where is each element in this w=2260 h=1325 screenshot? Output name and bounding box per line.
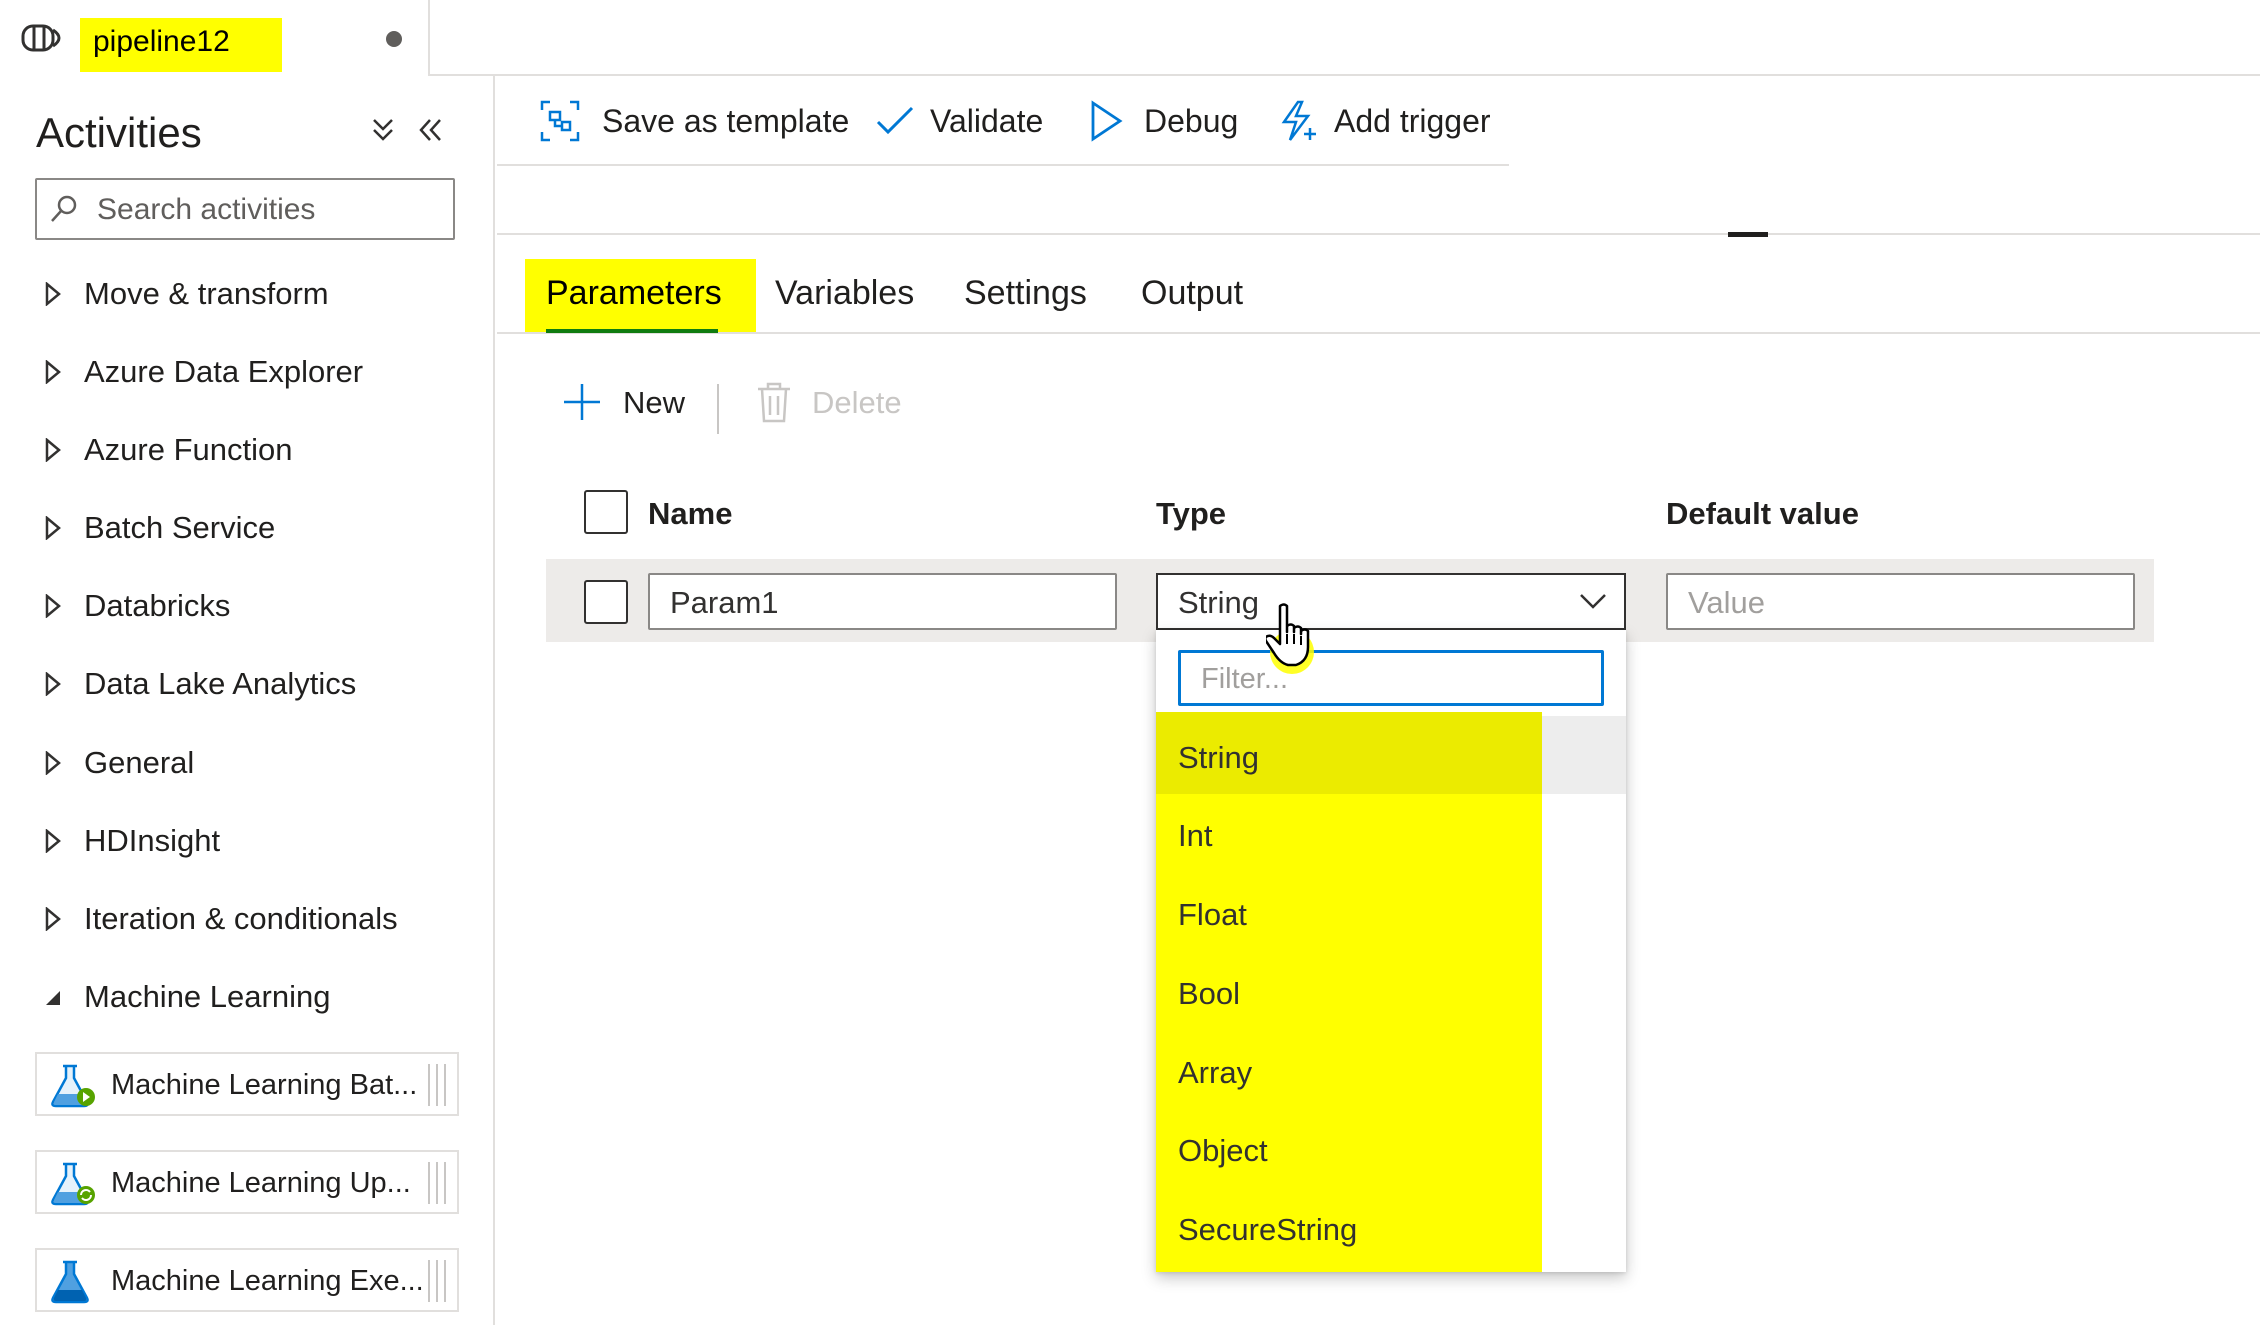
splitter-handle[interactable]	[1728, 232, 1768, 237]
tab-parameters[interactable]: Parameters	[546, 272, 722, 314]
activity-label: Machine Learning Exe...	[111, 1265, 424, 1297]
category-batch-service[interactable]: Batch Service	[0, 498, 490, 558]
play-icon	[1091, 100, 1123, 142]
tabs-divider	[497, 332, 2260, 334]
expand-triangle-icon	[45, 516, 61, 540]
option-bool[interactable]: Bool	[1178, 974, 1240, 1014]
add-trigger-button[interactable]: Add trigger	[1278, 96, 1498, 148]
expand-triangle-icon	[45, 907, 61, 931]
activity-label: Machine Learning Up...	[111, 1167, 411, 1199]
hand-cursor-icon	[1266, 603, 1314, 674]
lightning-icon	[1281, 100, 1316, 141]
activity-ml-execute[interactable]: Machine Learning Exe...	[35, 1248, 459, 1312]
activities-title: Activities	[36, 109, 202, 156]
validate-button[interactable]: Validate	[875, 96, 1045, 148]
category-iteration-conditionals[interactable]: Iteration & conditionals	[0, 889, 490, 949]
activity-ml-update[interactable]: Machine Learning Up...	[35, 1150, 459, 1214]
activity-ml-batch[interactable]: Machine Learning Bat...	[35, 1052, 459, 1116]
delete-button[interactable]: Delete	[812, 383, 902, 423]
collapse-pane-icon[interactable]	[414, 112, 448, 148]
category-move-transform[interactable]: Move & transform	[0, 264, 490, 324]
expand-triangle-icon	[45, 594, 61, 618]
tab-title: pipeline12	[93, 25, 230, 58]
option-array[interactable]: Array	[1178, 1053, 1252, 1093]
validate-label: Validate	[930, 103, 1044, 139]
parameter-type-value: String	[1178, 585, 1259, 620]
search-icon	[51, 195, 77, 222]
ml-update-icon	[51, 1162, 95, 1206]
tab-settings[interactable]: Settings	[964, 272, 1087, 314]
category-label: Move & transform	[84, 276, 329, 311]
chevron-down-icon	[1580, 594, 1606, 609]
expand-triangle-icon	[45, 438, 61, 462]
category-label: Azure Function	[84, 432, 293, 467]
drag-handle-icon[interactable]	[423, 1062, 451, 1108]
ml-execute-icon	[51, 1260, 89, 1304]
plus-icon	[564, 384, 600, 420]
category-label: General	[84, 745, 195, 780]
option-float[interactable]: Float	[1178, 895, 1247, 935]
toolbar-divider	[497, 164, 1509, 166]
expand-triangle-icon	[45, 751, 61, 775]
expand-triangle-icon	[45, 360, 61, 384]
category-databricks[interactable]: Databricks	[0, 576, 490, 636]
save-as-template-label: Save as template	[602, 103, 850, 139]
category-label: Databricks	[84, 588, 231, 623]
expand-all-icon[interactable]	[366, 112, 400, 148]
category-label: Batch Service	[84, 510, 276, 545]
option-string[interactable]: String	[1178, 738, 1259, 778]
command-separator	[717, 384, 719, 434]
category-data-lake-analytics[interactable]: Data Lake Analytics	[0, 654, 490, 714]
tab-output[interactable]: Output	[1141, 272, 1243, 314]
category-azure-function[interactable]: Azure Function	[0, 420, 490, 480]
pipeline-icon	[21, 24, 61, 52]
search-placeholder: Search activities	[97, 193, 316, 226]
category-label: Azure Data Explorer	[84, 354, 364, 389]
add-trigger-label: Add trigger	[1334, 103, 1491, 139]
category-machine-learning[interactable]: Machine Learning	[0, 967, 490, 1027]
unsaved-indicator	[386, 31, 402, 47]
option-securestring[interactable]: SecureString	[1178, 1210, 1357, 1250]
new-label: New	[623, 385, 686, 420]
save-as-template-button[interactable]: Save as template	[540, 96, 849, 148]
debug-label: Debug	[1144, 103, 1239, 139]
category-label: Iteration & conditionals	[84, 901, 398, 936]
activity-label: Machine Learning Bat...	[111, 1069, 418, 1101]
option-object[interactable]: Object	[1178, 1131, 1268, 1171]
ml-batch-icon	[51, 1064, 95, 1108]
column-header-default-value: Default value	[1666, 496, 1859, 531]
save-template-icon	[540, 100, 580, 142]
expand-triangle-icon	[45, 829, 61, 853]
default-value-input[interactable]: Value	[1666, 573, 2135, 630]
column-header-name: Name	[648, 496, 733, 531]
expand-triangle-icon	[45, 282, 61, 306]
parameter-type-select[interactable]: String	[1156, 573, 1626, 630]
row-checkbox[interactable]	[584, 580, 628, 624]
category-azure-data-explorer[interactable]: Azure Data Explorer	[0, 342, 490, 402]
column-header-type: Type	[1156, 496, 1227, 531]
category-general[interactable]: General	[0, 733, 490, 793]
category-label: Machine Learning	[84, 979, 331, 1014]
category-label: HDInsight	[84, 823, 221, 858]
drag-handle-icon[interactable]	[423, 1160, 451, 1206]
active-tab-indicator	[546, 329, 718, 333]
parameter-name-value: Param1	[670, 585, 779, 620]
parameter-name-input[interactable]: Param1	[648, 573, 1117, 630]
expand-triangle-icon	[45, 672, 61, 696]
checkmark-icon	[876, 106, 914, 135]
canvas-divider	[497, 233, 2260, 235]
category-hdinsight[interactable]: HDInsight	[0, 811, 490, 871]
tab-variables[interactable]: Variables	[775, 272, 914, 314]
collapse-triangle-icon	[46, 991, 60, 1005]
category-label: Data Lake Analytics	[84, 666, 357, 701]
select-all-checkbox[interactable]	[584, 490, 628, 534]
default-value-placeholder: Value	[1688, 585, 1765, 620]
drag-handle-icon[interactable]	[423, 1258, 451, 1304]
option-int[interactable]: Int	[1178, 816, 1212, 856]
debug-button[interactable]: Debug	[1088, 96, 1238, 148]
trash-icon	[758, 382, 790, 423]
